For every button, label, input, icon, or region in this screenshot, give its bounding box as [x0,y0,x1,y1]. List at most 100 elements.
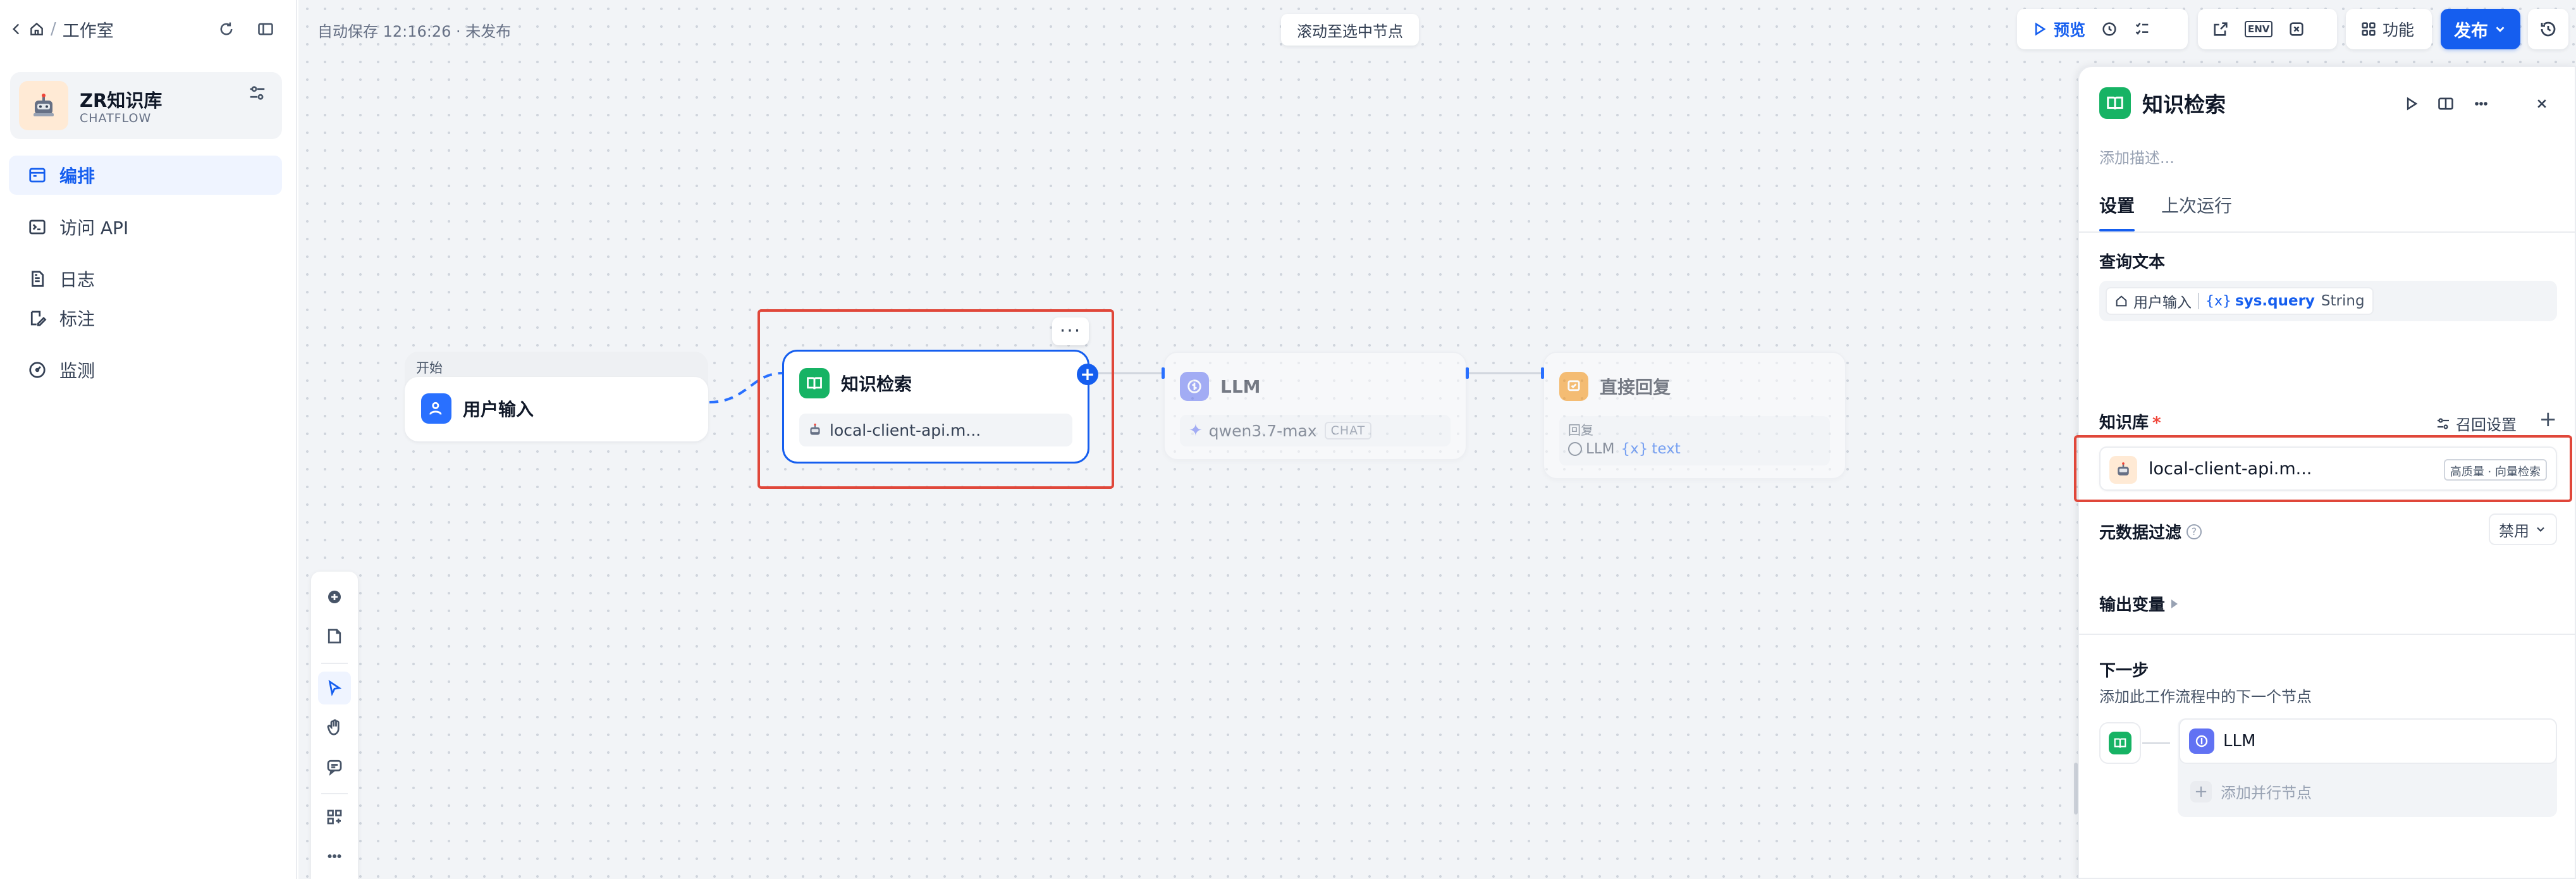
query-source-node: 用户输入 [2133,295,2192,311]
query-text-label: 查询文本 [2099,253,2166,272]
add-parallel-label: 添加并行节点 [2221,784,2312,802]
required-mark: * [2152,414,2161,433]
node-config-panel: 知识检索 添加描述... 设置 上次运行 查询文本 用户输入 {x} sys.q… [2074,66,2576,879]
hand-icon [327,719,340,735]
add-node-tool[interactable] [318,581,351,613]
metadata-filter-label: 元数据过滤 ? [2099,520,2202,543]
start-node[interactable]: 开始 用户输入 [405,352,708,441]
help-icon[interactable]: ? [2187,524,2202,539]
sliders-icon [2438,417,2449,429]
llm-brain-icon [1180,372,1209,401]
knowledge-node-dataset-name: local-client-api.m... [830,421,981,440]
add-note-tool[interactable] [318,620,351,653]
next-step-label: 下一步 [2099,661,2149,680]
add-next-node-button[interactable]: + [1077,364,1098,385]
variable-brace-icon: {x} [1621,441,1648,457]
caret-right-icon [2171,599,2178,608]
answer-reply-icon [1559,372,1588,401]
panel-title[interactable]: 知识检索 [2142,88,2226,118]
robot-icon [810,423,820,435]
app-root: / 工作室 ZR知识库 CHATFLOW 编排 访问 API 日志 标注 监测 … [0,0,2576,879]
llm-model-tag: CHAT [1324,422,1372,440]
panel-more-button[interactable] [2470,92,2493,115]
tools-divider [321,793,348,794]
knowledge-node-dataset: local-client-api.m... [799,414,1072,446]
metadata-filter-select[interactable]: 禁用 [2489,513,2557,545]
metadata-filter-value: 禁用 [2499,522,2529,540]
query-variable-pill[interactable]: 用户输入 {x} sys.query String [2106,287,2374,315]
user-input-icon [421,393,451,424]
book-icon [2109,732,2131,754]
more-horizontal-icon [2475,102,2487,106]
next-step-description: 添加此工作流程中的下一个节点 [2099,688,2312,706]
description-input[interactable]: 添加描述... [2099,145,2174,168]
next-step-llm-item[interactable]: LLM [2179,718,2557,764]
tab-last-run[interactable]: 上次运行 [2161,192,2232,231]
add-knowledge-button[interactable]: + [2539,409,2558,430]
model-spark-icon: ✦ [1189,421,1203,440]
start-node-title: 用户输入 [463,399,534,420]
knowledge-item-name: local-client-api.m... [2149,459,2312,479]
book-icon [799,368,830,398]
tools-divider [321,663,348,664]
node-more-button[interactable]: ··· [1052,317,1089,345]
more-icon: ··· [1059,320,1082,342]
llm-input-handle[interactable] [1162,367,1165,379]
pointer-tool[interactable] [318,672,351,704]
output-vars-label: 输出变量 [2099,596,2166,615]
knowledge-retrieval-node[interactable]: 知识检索 local-client-api.m... [782,350,1089,464]
llm-output-handle[interactable] [1466,367,1469,379]
query-variable-field[interactable]: 用户输入 {x} sys.query String [2099,281,2557,321]
next-step-source-node [2099,722,2141,764]
more-tools[interactable] [318,840,351,873]
panel-header: 知识检索 [2099,87,2226,119]
tabs-divider [2079,231,2575,233]
book-icon [2099,87,2131,119]
chevron-down-icon [2537,527,2544,532]
hand-tool[interactable] [318,711,351,744]
query-var-name: sys.query [2235,293,2315,309]
variable-brace-icon: {x} [2205,293,2232,309]
answer-node-title: 直接回复 [1600,377,1671,398]
knowledge-item[interactable]: local-client-api.m... 高质量 · 向量检索 [2099,446,2557,491]
answer-reply-label: 回复 [1568,422,1593,438]
panel-tabs: 设置 上次运行 [2099,192,2259,231]
answer-node[interactable]: 直接回复 回复 LLM {x} text [1543,352,1846,479]
doc-view-button[interactable] [2434,92,2457,115]
answer-node-body: 回复 LLM {x} text [1559,416,1830,465]
start-node-card[interactable]: 用户输入 [405,377,708,441]
comment-tool[interactable] [318,750,351,783]
next-step-node-name: LLM [2223,732,2256,751]
recall-settings-label: 召回设置 [2456,416,2517,434]
knowledge-label: 知识库 * [2099,410,2161,433]
more-horizontal-icon [328,854,341,858]
knowledge-node-title: 知识检索 [841,374,912,395]
cursor-icon [328,680,342,696]
note-icon [328,629,341,644]
next-step-connector [2142,742,2170,744]
add-circle-icon [328,591,341,603]
knowledge-avatar [2109,456,2137,484]
plus-icon: + [2539,407,2558,432]
comment-icon [327,759,342,776]
llm-small-icon [1568,442,1582,456]
close-panel-button[interactable] [2530,92,2553,115]
start-node-caption: 开始 [416,360,443,376]
llm-node-model: ✦ qwen3.7-max CHAT [1180,415,1451,446]
output-vars-toggle[interactable]: 输出变量 [2099,592,2178,615]
recall-settings-button[interactable]: 召回设置 [2436,412,2517,434]
canvas-tools [311,572,358,879]
knowledge-item-badge: 高质量 · 向量检索 [2443,459,2547,481]
llm-node[interactable]: LLM ✦ qwen3.7-max CHAT [1163,352,1467,460]
play-icon [2407,97,2418,111]
run-node-button[interactable] [2400,92,2423,115]
add-parallel-node-button[interactable]: + 添加并行节点 [2190,780,2312,802]
organize-tool[interactable] [318,801,351,833]
answer-input-handle[interactable] [1541,367,1544,379]
plus-icon: + [2190,780,2212,802]
home-icon [2116,295,2127,307]
tab-settings[interactable]: 设置 [2099,192,2135,231]
plus-icon: + [1080,364,1095,384]
metadata-filter-text: 元数据过滤 [2099,524,2182,543]
llm-model-name: qwen3.7-max [1208,421,1317,440]
